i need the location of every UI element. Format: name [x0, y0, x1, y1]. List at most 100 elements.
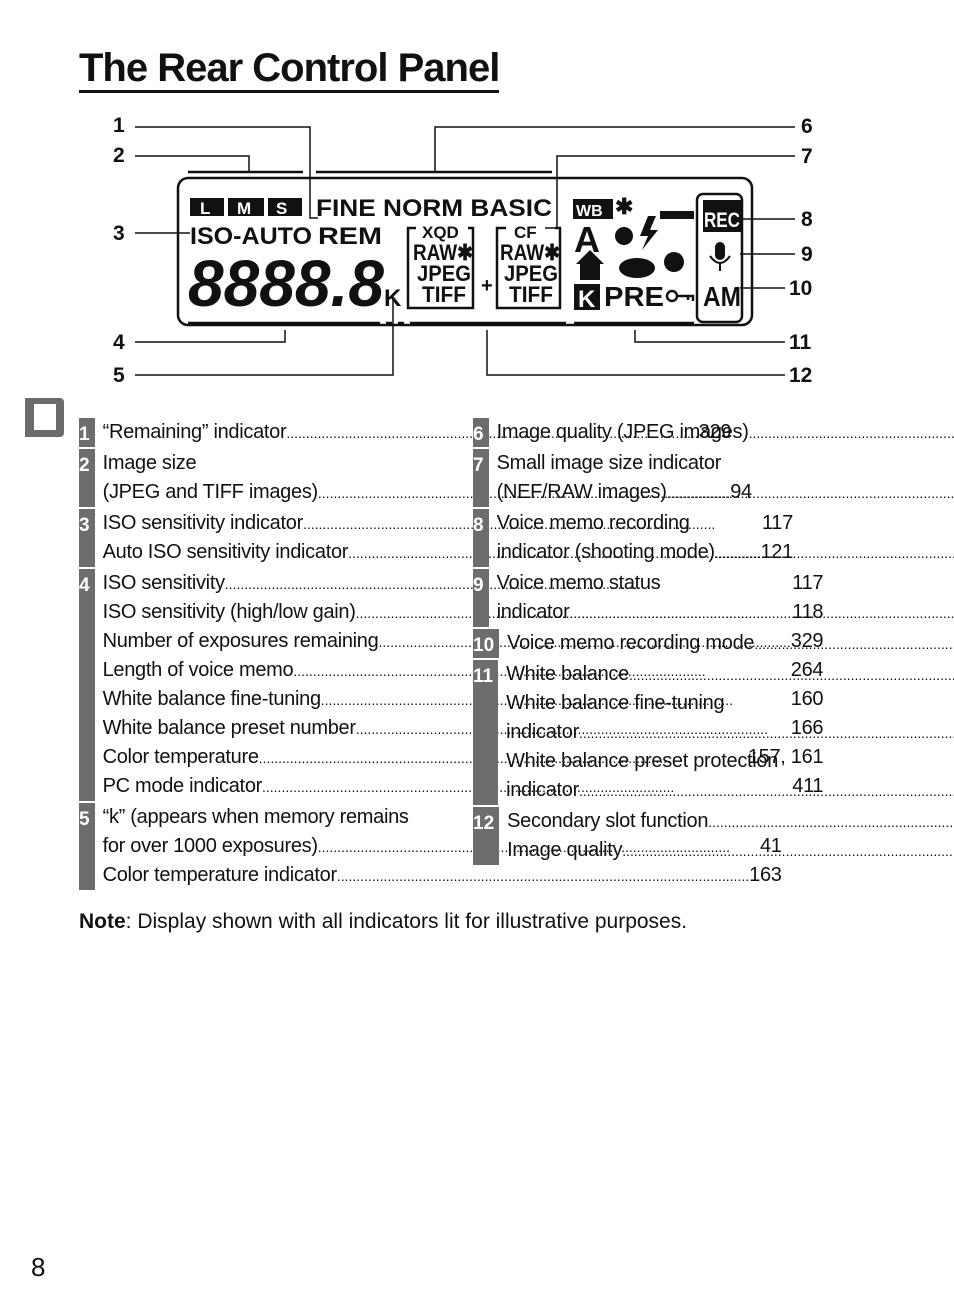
legend-text: Image quality — [507, 839, 623, 861]
legend-number: 3 — [79, 509, 95, 567]
key-icon — [665, 289, 695, 303]
legend-number: 8 — [473, 509, 489, 567]
legend-row: 9Voice memo statusindicator264, 265 — [473, 569, 851, 629]
callout-3: 3 — [113, 222, 125, 245]
cloudy-icon — [619, 258, 655, 278]
legend-text: “Remaining” indicator — [102, 421, 287, 443]
legend-line: White balance155 — [506, 660, 954, 689]
manual-page: The Rear Control Panel 1 2 3 4 5 6 7 8 9 — [0, 0, 954, 1314]
rooster-weathervane-icon — [34, 404, 56, 430]
legend-number: 6 — [473, 418, 489, 447]
tiff-slot2: TIFF — [509, 282, 553, 307]
legend-line: White balance preset protection — [506, 747, 954, 776]
legend-line: indicator264, 265 — [497, 598, 954, 627]
legend-line: Voice memo recording — [497, 509, 954, 538]
callout-10: 10 — [789, 277, 812, 300]
callout-12: 12 — [789, 364, 812, 387]
legend-text: indicator — [506, 779, 579, 801]
kelvin-box: K — [578, 286, 596, 313]
legend-text: Number of exposures remaining — [102, 630, 379, 652]
legend-text: White balance preset number — [102, 717, 356, 739]
note-label: Note — [79, 910, 126, 933]
callout-1: 1 — [113, 114, 125, 137]
legend-line: (NEF/RAW images)95 — [497, 478, 954, 507]
legend-text: “k” (appears when memory remains — [102, 806, 409, 828]
rear-control-panel-diagram: 1 2 3 4 5 6 7 8 9 10 11 12 L M S FINE NO… — [113, 114, 813, 387]
dot-leader — [749, 418, 954, 447]
side-tab[interactable] — [25, 398, 64, 437]
legend-row: 5 “k” (appears when memory remains for ove… — [79, 803, 782, 892]
legend-text: Secondary slot function — [507, 810, 709, 832]
legend-number: 7 — [473, 449, 489, 507]
legend-text: Image quality (JPEG images) — [496, 421, 749, 443]
size-l: L — [200, 199, 210, 218]
legend-row: 8 Voice memo recording indicator (shooting… — [473, 509, 851, 569]
legend-line: Voice memo status — [497, 569, 954, 598]
dot-leader — [667, 478, 954, 507]
size-s: S — [276, 199, 287, 218]
legend-text: White balance fine-tuning — [102, 688, 322, 710]
legend-text: for over 1000 exposures) — [102, 835, 318, 857]
left-legend-table: 1“Remaining” indicator3292Image size(JPE… — [79, 418, 824, 892]
tiff-slot1: TIFF — [422, 282, 466, 307]
legend-text: White balance fine-tuning — [506, 692, 725, 714]
legend-row: 4ISO sensitivity117ISO sensitivity (high… — [79, 569, 824, 803]
legend-row: 10Voice memo recording mode262 — [473, 629, 851, 660]
wb-label: WB — [576, 203, 603, 220]
microphone-icon — [709, 242, 731, 271]
pre-indicator: PRE — [604, 281, 664, 312]
sunny-icon — [664, 252, 684, 272]
legend-text: White balance preset protection — [506, 750, 779, 772]
legend-number: 5 — [79, 803, 95, 890]
legend-line: Voice memo recording mode262 — [507, 629, 954, 658]
plus-sign-icon: + — [481, 275, 493, 297]
right-legend-table: 6Image quality (JPEG images)907Small ima… — [473, 418, 851, 867]
callout-4: 4 — [113, 331, 125, 354]
legend-text: ISO sensitivity — [102, 572, 226, 594]
legend-line: Small image size indicator — [497, 449, 954, 478]
legend-number: 12 — [473, 807, 500, 865]
legend-number: 1 — [79, 418, 95, 447]
note-text: : Display shown with all indicators lit … — [125, 910, 688, 933]
am-indicator: AM — [703, 281, 741, 312]
legend-row: 1“Remaining” indicator329 — [79, 418, 731, 449]
callout-11: 11 — [789, 331, 812, 354]
legend-text: ISO sensitivity indicator — [102, 512, 304, 534]
callout-2: 2 — [113, 144, 125, 167]
legend-number: 4 — [79, 569, 95, 801]
wb-star: ✱ — [615, 194, 633, 219]
callout-9: 9 — [801, 243, 813, 266]
legend-text: White balance — [506, 663, 629, 685]
callout-7: 7 — [801, 145, 813, 168]
legend-line: indicator176 — [506, 776, 954, 805]
legend-text: Voice memo status — [496, 572, 661, 594]
callout-5: 5 — [113, 364, 125, 387]
legend-row: 12Secondary slot function96Image quality… — [473, 807, 851, 867]
legend-number: 9 — [473, 569, 489, 627]
legend-text: indicator (shooting mode) — [496, 541, 715, 563]
legend-row: 7 Small image size indicator (NEF/RAW imag… — [473, 449, 851, 509]
callout-6: 6 — [801, 115, 813, 138]
legend-text: Length of voice memo — [102, 659, 294, 681]
fluorescent-icon — [660, 211, 694, 219]
legend-row: 11White balance155White balance fine-tun… — [473, 660, 851, 807]
flash-icon — [640, 216, 658, 250]
legend-row: 2Image size(JPEG and TIFF images)94 — [79, 449, 752, 509]
legend-text: Voice memo recording — [496, 512, 690, 534]
legend-text: indicator — [496, 601, 570, 623]
legend-text: Color temperature — [102, 746, 259, 768]
legend-row: 3ISO sensitivity indicator117Auto ISO se… — [79, 509, 793, 569]
legend-text: (JPEG and TIFF images) — [102, 481, 319, 503]
legend-number: 10 — [473, 629, 500, 658]
dot-leader — [629, 660, 954, 689]
legend-text: indicator — [506, 721, 579, 743]
incandescent-icon — [615, 227, 633, 245]
lcd-panel: L M S FINE NORM BASIC ISO-AUTO REM 8888.… — [176, 170, 754, 327]
legend-line: Secondary slot function96 — [507, 807, 954, 836]
seven-segment-digits: 8888.8 — [188, 246, 384, 320]
legend-text: ISO sensitivity (high/low gain) — [102, 601, 356, 623]
k-indicator: K — [384, 285, 402, 312]
dot-leader — [579, 718, 954, 747]
legend-text: Small image size indicator — [496, 452, 722, 474]
dot-leader — [622, 836, 954, 865]
